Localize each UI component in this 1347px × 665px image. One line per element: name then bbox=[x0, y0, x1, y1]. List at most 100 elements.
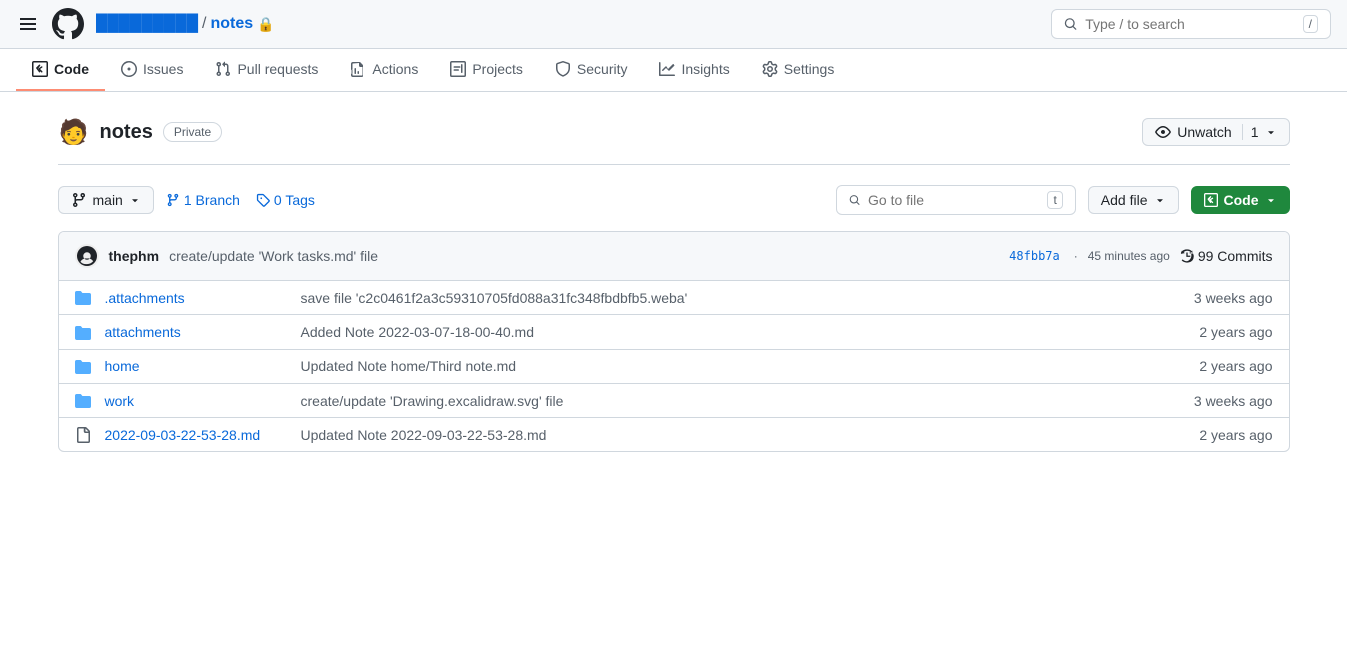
file-name-link[interactable]: home bbox=[105, 358, 285, 374]
table-row: attachments Added Note 2022-03-07-18-00-… bbox=[59, 315, 1289, 349]
goto-file-input[interactable] bbox=[868, 192, 1039, 208]
commit-time: 45 minutes ago bbox=[1088, 249, 1170, 263]
file-commit-message: save file 'c2c0461f2a3c59310705fd088a31f… bbox=[285, 290, 1173, 306]
tab-pr-label: Pull requests bbox=[237, 61, 318, 77]
folder-icon-wrap bbox=[75, 323, 95, 340]
code-btn-label: Code bbox=[1224, 192, 1259, 208]
github-logo[interactable] bbox=[52, 8, 84, 40]
add-file-button[interactable]: Add file bbox=[1088, 186, 1179, 214]
file-commit-message: Updated Note home/Third note.md bbox=[285, 358, 1173, 374]
branch-selector[interactable]: main bbox=[58, 186, 154, 214]
file-name-link[interactable]: attachments bbox=[105, 324, 285, 340]
tab-actions[interactable]: Actions bbox=[334, 49, 434, 91]
tab-insights[interactable]: Insights bbox=[643, 49, 745, 91]
search-input[interactable] bbox=[1085, 16, 1294, 32]
code-button[interactable]: Code bbox=[1191, 186, 1290, 214]
site-header: █████████ / notes 🔒 / bbox=[0, 0, 1347, 49]
tab-projects[interactable]: Projects bbox=[434, 49, 539, 91]
tag-count-label: 0 Tags bbox=[274, 192, 315, 208]
settings-icon bbox=[762, 61, 778, 77]
tag-icon bbox=[256, 193, 270, 207]
unwatch-label: Unwatch bbox=[1177, 124, 1231, 140]
table-row: .attachments save file 'c2c0461f2a3c5931… bbox=[59, 281, 1289, 315]
goto-shortcut: t bbox=[1047, 191, 1062, 209]
add-file-label: Add file bbox=[1101, 192, 1148, 208]
folder-icon-wrap bbox=[75, 358, 95, 375]
search-box[interactable]: / bbox=[1051, 9, 1331, 39]
org-name[interactable]: █████████ bbox=[96, 15, 198, 33]
commit-dot: · bbox=[1074, 249, 1078, 263]
tab-issues[interactable]: Issues bbox=[105, 49, 199, 91]
file-time: 2 years ago bbox=[1173, 358, 1273, 374]
file-name-link[interactable]: .attachments bbox=[105, 290, 285, 306]
repo-path: █████████ / notes 🔒 bbox=[96, 15, 275, 33]
file-name-link[interactable]: 2022-09-03-22-53-28.md bbox=[105, 427, 285, 443]
commit-author-avatar bbox=[75, 244, 99, 268]
branch-count-label: 1 Branch bbox=[184, 192, 240, 208]
folder-icon bbox=[75, 359, 91, 375]
repo-avatar: 🧑 bbox=[58, 116, 90, 148]
toolbar: main 1 Branch 0 Tags bbox=[58, 185, 1290, 215]
private-badge: Private bbox=[163, 122, 222, 142]
actions-icon bbox=[350, 61, 366, 77]
repo-name-link[interactable]: notes bbox=[210, 15, 253, 33]
code-btn-icon bbox=[1204, 193, 1218, 207]
hamburger-menu[interactable] bbox=[16, 14, 40, 34]
projects-icon bbox=[450, 61, 466, 77]
tab-insights-label: Insights bbox=[681, 61, 729, 77]
tab-pull-requests[interactable]: Pull requests bbox=[199, 49, 334, 91]
branch-meta: 1 Branch 0 Tags bbox=[166, 192, 315, 208]
file-name-link[interactable]: work bbox=[105, 393, 285, 409]
tab-security[interactable]: Security bbox=[539, 49, 644, 91]
table-row: 2022-09-03-22-53-28.md Updated Note 2022… bbox=[59, 418, 1289, 451]
search-icon bbox=[1064, 16, 1077, 32]
code-icon bbox=[32, 61, 48, 77]
unwatch-button[interactable]: Unwatch 1 bbox=[1142, 118, 1289, 146]
file-icon-wrap bbox=[75, 426, 95, 443]
tab-projects-label: Projects bbox=[472, 61, 523, 77]
file-time: 3 weeks ago bbox=[1173, 290, 1273, 306]
main-content: 🧑 notes Private Unwatch 1 main bbox=[34, 92, 1314, 476]
branch-count-link[interactable]: 1 Branch bbox=[166, 192, 240, 208]
tab-settings[interactable]: Settings bbox=[746, 49, 851, 91]
lock-icon: 🔒 bbox=[257, 16, 274, 33]
tab-actions-label: Actions bbox=[372, 61, 418, 77]
tab-code[interactable]: Code bbox=[16, 49, 105, 91]
tab-issues-label: Issues bbox=[143, 61, 183, 77]
file-table: thephm create/update 'Work tasks.md' fil… bbox=[58, 231, 1290, 452]
folder-icon-wrap bbox=[75, 289, 95, 306]
chevron-down-icon bbox=[1265, 126, 1277, 138]
chevron-down-code bbox=[1265, 194, 1277, 206]
history-icon bbox=[1180, 249, 1194, 263]
table-row: home Updated Note home/Third note.md 2 y… bbox=[59, 350, 1289, 384]
tab-code-label: Code bbox=[54, 61, 89, 77]
commits-link[interactable]: 99 Commits bbox=[1180, 248, 1273, 264]
tab-settings-label: Settings bbox=[784, 61, 835, 77]
file-icon bbox=[75, 427, 91, 443]
file-time: 3 weeks ago bbox=[1173, 393, 1273, 409]
file-commit-message: create/update 'Drawing.excalidraw.svg' f… bbox=[285, 393, 1173, 409]
unwatch-count: 1 bbox=[1242, 124, 1259, 140]
file-commit-message: Updated Note 2022-09-03-22-53-28.md bbox=[285, 427, 1173, 443]
folder-icon bbox=[75, 325, 91, 341]
goto-file-box[interactable]: t bbox=[836, 185, 1076, 215]
insights-icon bbox=[659, 61, 675, 77]
repo-name-heading: notes bbox=[100, 121, 153, 144]
search-shortcut: / bbox=[1303, 15, 1318, 33]
file-rows-container: .attachments save file 'c2c0461f2a3c5931… bbox=[59, 281, 1289, 451]
search-file-icon bbox=[849, 193, 860, 207]
branch-icon bbox=[71, 192, 87, 208]
commit-message[interactable]: create/update 'Work tasks.md' file bbox=[169, 248, 999, 264]
file-time: 2 years ago bbox=[1173, 427, 1273, 443]
commit-sha[interactable]: 48fbb7a bbox=[1009, 249, 1060, 263]
folder-icon bbox=[75, 290, 91, 306]
issues-icon bbox=[121, 61, 137, 77]
branch-name: main bbox=[93, 192, 123, 208]
file-commit-message: Added Note 2022-03-07-18-00-40.md bbox=[285, 324, 1173, 340]
chevron-down-branch bbox=[129, 194, 141, 206]
commit-author-name[interactable]: thephm bbox=[109, 248, 160, 264]
commits-count-label: 99 Commits bbox=[1198, 248, 1273, 264]
header-left: █████████ / notes 🔒 bbox=[16, 8, 1039, 40]
repo-title: 🧑 notes Private bbox=[58, 116, 223, 148]
tag-count-link[interactable]: 0 Tags bbox=[256, 192, 315, 208]
